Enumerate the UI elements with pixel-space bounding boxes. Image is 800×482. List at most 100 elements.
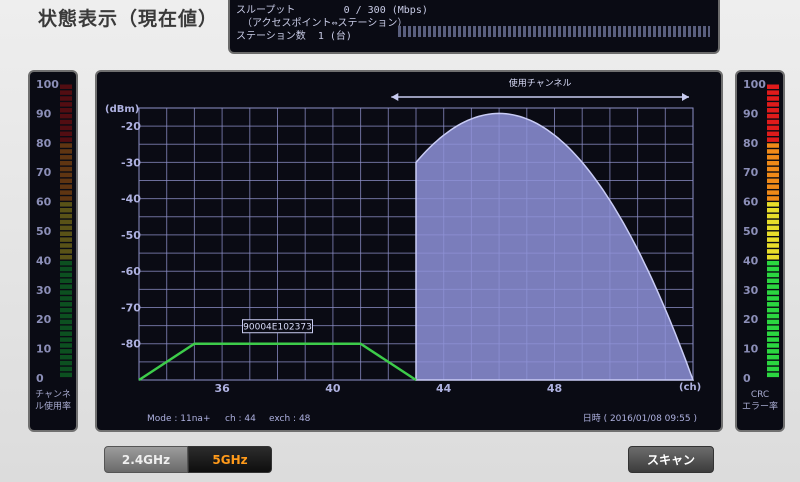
channel-usage-segment	[60, 207, 72, 213]
channel-usage-segment	[60, 360, 72, 366]
status-datetime: 日時 ( 2016/01/08 09:55 )	[583, 413, 697, 424]
band-2-4ghz-button[interactable]: 2.4GHz	[104, 446, 188, 473]
x-tick-label: 36	[214, 382, 230, 395]
channel-usage-segment	[60, 196, 72, 201]
crc-error-segment	[767, 366, 779, 372]
channel-usage-segment	[60, 178, 72, 184]
channel-usage-tick-label: 80	[36, 137, 52, 150]
crc-error-tick-label: 70	[743, 166, 759, 179]
y-tick-label: -40	[121, 193, 141, 206]
channel-usage-meter: 100 90 80 70 60 50 40 30 20 10 0 チャンネ ル使用率	[28, 70, 78, 432]
channel-usage-segment	[60, 260, 72, 266]
crc-error-segment	[767, 325, 779, 331]
channel-usage-scale: 1009080706050403020100	[36, 78, 72, 385]
crc-error-segment	[767, 155, 779, 160]
crc-error-segment	[767, 260, 779, 266]
crc-error-segment	[767, 231, 779, 236]
channel-usage-segment	[60, 119, 72, 125]
channel-usage-segment	[60, 366, 72, 372]
channel-usage-label-2: ル使用率	[34, 402, 71, 412]
channel-usage-tick-label: 100	[36, 78, 59, 91]
channel-usage-segment	[60, 255, 72, 260]
channel-usage-segment	[60, 349, 72, 354]
crc-error-tick-label: 30	[743, 284, 759, 297]
channel-usage-tick-label: 70	[36, 166, 52, 179]
crc-error-segment	[767, 255, 779, 260]
channel-chart-panel: -20 -30 -40 -50 -60 -70 -80 36 40 44 48 (dBm) (ch) 使用…	[95, 70, 723, 432]
crc-error-segment	[767, 207, 779, 213]
status-exch: exch : 48	[269, 414, 311, 424]
channel-usage-segment	[60, 131, 72, 137]
channel-usage-segment	[60, 231, 72, 236]
channel-usage-segment	[60, 155, 72, 160]
channel-usage-segment	[60, 307, 72, 313]
x-tick-label: 48	[547, 382, 562, 395]
channel-usage-label-1: チャンネ	[35, 390, 71, 400]
crc-error-tick-label: 0	[743, 372, 751, 385]
crc-error-tick-label: 10	[743, 343, 759, 356]
channel-usage-tick-label: 20	[36, 313, 52, 326]
crc-error-segment	[767, 96, 779, 101]
ap-label: 90004E102373	[243, 323, 312, 333]
channel-usage-segment	[60, 219, 72, 225]
channel-usage-segment	[60, 325, 72, 331]
crc-error-segment	[767, 166, 779, 172]
crc-error-meter: 100 90 80 70 60 50 40 30 20 10 0 CRC エラー率	[735, 70, 785, 432]
crc-error-label-2: エラー率	[741, 402, 778, 412]
crc-error-tick-label: 40	[743, 254, 759, 267]
channel-usage-segment	[60, 184, 72, 189]
crc-error-segment	[767, 84, 779, 89]
used-channel-area	[415, 112, 695, 381]
channel-usage-tick-label: 10	[36, 343, 52, 356]
channel-usage-segment	[60, 213, 72, 219]
channel-usage-segment	[60, 272, 72, 278]
channel-usage-segment	[60, 202, 72, 207]
channel-chart: -20 -30 -40 -50 -60 -70 -80 36 40 44 48 (dBm) (ch) 使用…	[105, 77, 701, 424]
channel-usage-segment	[60, 149, 72, 154]
y-tick-label: -80	[121, 338, 141, 351]
throughput-row: スループット 0 / 300 (Mbps)	[236, 4, 712, 17]
crc-error-segment	[767, 178, 779, 184]
crc-error-segment	[767, 125, 779, 131]
crc-error-segment	[767, 219, 779, 225]
crc-error-segment	[767, 249, 779, 254]
channel-usage-segment	[60, 102, 72, 107]
throughput-bar	[398, 26, 710, 37]
y-tick-label: -70	[121, 301, 141, 314]
page-title: 状態表示（現在値）	[38, 8, 219, 30]
channel-usage-segment	[60, 90, 72, 95]
crc-error-segment	[767, 343, 779, 348]
y-tick-label: -60	[121, 265, 141, 278]
channel-usage-segment	[60, 313, 72, 319]
band-5ghz-button[interactable]: 5GHz	[188, 446, 272, 473]
stations-label: ステーション数	[236, 31, 306, 42]
crc-error-segment	[767, 196, 779, 201]
crc-error-label-1: CRC	[750, 390, 770, 400]
channel-usage-segment	[60, 249, 72, 254]
crc-error-segment	[767, 331, 779, 336]
crc-error-segment	[767, 349, 779, 354]
crc-error-segment	[767, 296, 779, 301]
channel-usage-tick-label: 0	[36, 372, 44, 385]
crc-error-segment	[767, 102, 779, 107]
channel-usage-segment	[60, 96, 72, 101]
channel-usage-segment	[60, 190, 72, 195]
scan-button[interactable]: スキャン	[628, 446, 714, 473]
crc-error-segment	[767, 90, 779, 95]
crc-error-tick-label: 50	[743, 225, 759, 238]
channel-usage-segment	[60, 143, 72, 148]
channel-usage-segment	[60, 343, 72, 348]
channel-usage-segment	[60, 266, 72, 272]
crc-error-segment	[767, 143, 779, 148]
channel-usage-segment	[60, 166, 72, 172]
channel-usage-segment	[60, 237, 72, 242]
crc-error-segment	[767, 266, 779, 272]
crc-error-segment	[767, 149, 779, 154]
crc-error-segment	[767, 184, 779, 189]
crc-error-segment	[767, 119, 779, 125]
channel-usage-segment	[60, 84, 72, 89]
crc-error-tick-label: 20	[743, 313, 759, 326]
crc-error-segment	[767, 113, 779, 119]
y-tick-label: -30	[121, 156, 141, 169]
crc-error-tick-label: 100	[743, 78, 766, 91]
